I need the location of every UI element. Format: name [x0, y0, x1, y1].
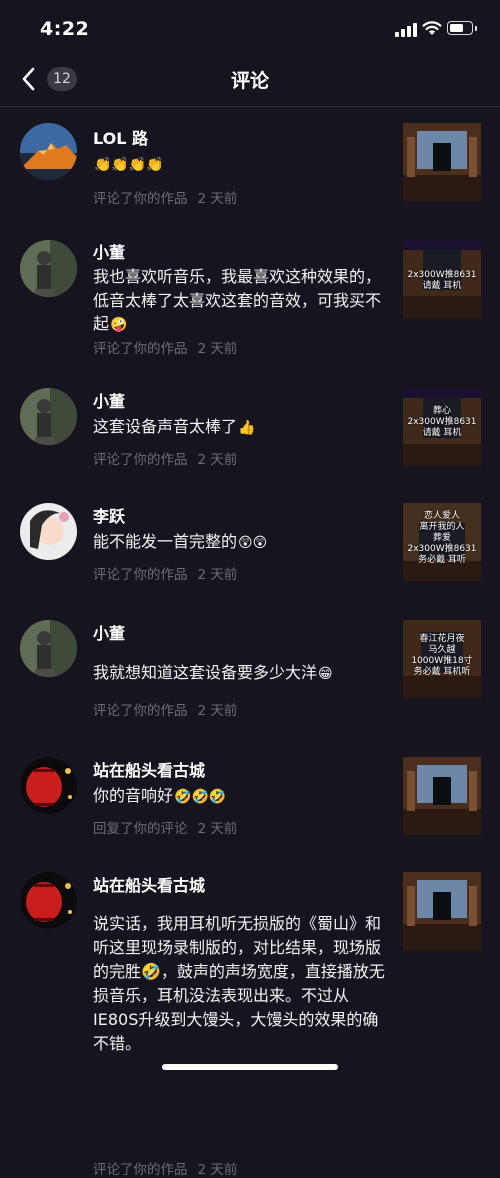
thumbnail-caption: 恋人爱人 离开我的人 葬爱 2x300W推8631 务必戴 耳听 [407, 511, 477, 565]
comment-item[interactable]: 李跃 能不能发一首完整的😲😲 评论了你的作品 2 天前 恋人爱人 离开我的人 葬爱… [0, 490, 500, 595]
comment-body: 能不能发一首完整的 [93, 532, 238, 551]
comment-action: 评论了你的作品 [93, 452, 188, 468]
nav-bar: 12 评论 [0, 52, 500, 107]
video-thumbnail[interactable]: 春江花月夜 马久越 1000W推18寸 务必戴 耳机听 [403, 620, 481, 698]
comment-text: 你的音响好🤣🤣🤣 [93, 784, 393, 808]
comment-text: 说实话，我用耳机听无损版的《蜀山》和听这里现场录制版的，对比结果，现场版的完胜🤣… [93, 912, 393, 1056]
comment-text: 👏👏👏👏 [93, 152, 393, 176]
thumbnail-caption: 2x300W推8631 请戴 耳机 [407, 270, 477, 291]
comment-body: 我也喜欢听音乐，我最喜欢这种效果的，低音太棒了太喜欢这套的音效，可我买不起 [93, 267, 382, 333]
comment-text: 我也喜欢听音乐，我最喜欢这种效果的，低音太棒了太喜欢这套的音效，可我买不起🤪 [93, 265, 393, 336]
comment-text: 能不能发一首完整的😲😲 [93, 530, 393, 554]
thumbnail-caption: 春江花月夜 马久越 1000W推18寸 务必戴 耳机听 [411, 634, 473, 677]
username[interactable]: 站在船头看古城 [93, 757, 205, 781]
comment-item[interactable]: 小董 我就想知道这套设备要多少大洋😁 评论了你的作品 2 天前 春江花月夜 马久越… [0, 607, 500, 732]
comment-meta: 评论了你的作品 2 天前 [93, 187, 237, 207]
comment-body: 你的音响好 [93, 786, 174, 805]
home-indicator [162, 1064, 338, 1070]
comment-time: 2 天前 [197, 567, 238, 583]
clapping-hands-emoji: 👏👏👏👏 [94, 157, 164, 173]
rolling-laughing-emoji: 🤣🤣🤣 [174, 789, 227, 805]
video-thumbnail[interactable]: 2x300W推8631 请戴 耳机 [403, 240, 481, 318]
thumbs-up-emoji: 👍 [238, 420, 256, 436]
video-thumbnail[interactable] [403, 757, 481, 835]
comment-item[interactable]: 小董 我也喜欢听音乐，我最喜欢这种效果的，低音太棒了太喜欢这套的音效，可我买不起… [0, 225, 500, 365]
battery-icon [447, 21, 473, 35]
comment-text: 我就想知道这套设备要多少大洋😁 [93, 661, 393, 685]
comment-action: 回复了你的评论 [93, 821, 188, 837]
comment-item[interactable]: LOL 路 👏👏👏👏 评论了你的作品 2 天前 [0, 107, 500, 217]
comment-action: 评论了你的作品 [93, 191, 188, 207]
avatar[interactable] [20, 757, 77, 814]
comment-meta: 评论了你的作品 2 天前 [93, 337, 237, 357]
video-thumbnail[interactable]: 葬心 2x300W推8631 请戴 耳机 [403, 388, 481, 466]
status-time: 4:22 [40, 18, 90, 40]
zany-face-emoji: 🤪 [110, 317, 128, 333]
comment-action: 评论了你的作品 [93, 567, 188, 583]
battery-tip [475, 26, 477, 31]
video-thumbnail[interactable] [403, 123, 481, 201]
comment-meta: 评论了你的作品 2 天前 [93, 1158, 237, 1178]
video-thumbnail[interactable] [403, 872, 481, 950]
comment-meta: 回复了你的评论 2 天前 [93, 817, 237, 837]
astonished-face-emoji: 😲😲 [238, 535, 268, 551]
comment-body: 这套设备声音太棒了 [93, 417, 238, 436]
comment-action: 评论了你的作品 [93, 703, 188, 719]
avatar[interactable] [20, 123, 77, 180]
comment-item[interactable]: 小董 这套设备声音太棒了👍 评论了你的作品 2 天前 葬心 2x300W推8631… [0, 375, 500, 480]
page-title: 评论 [230, 70, 269, 92]
video-thumbnail[interactable]: 恋人爱人 离开我的人 葬爱 2x300W推8631 务必戴 耳听 [403, 503, 481, 581]
comment-action: 评论了你的作品 [93, 341, 188, 357]
avatar[interactable] [20, 240, 77, 297]
thumbnail-caption: 葬心 2x300W推8631 请戴 耳机 [407, 406, 477, 438]
comment-time: 2 天前 [197, 821, 238, 837]
avatar[interactable] [20, 620, 77, 677]
comment-time: 2 天前 [197, 191, 238, 207]
avatar[interactable] [20, 872, 77, 929]
comment-body: 我就想知道这套设备要多少大洋 [93, 663, 318, 682]
username[interactable]: 小董 [93, 239, 125, 263]
comment-meta: 评论了你的作品 2 天前 [93, 448, 237, 468]
username[interactable]: 小董 [93, 620, 125, 644]
comment-meta: 评论了你的作品 2 天前 [93, 699, 237, 719]
wifi-icon [422, 21, 442, 35]
avatar[interactable] [20, 503, 77, 560]
comment-action: 评论了你的作品 [93, 1162, 188, 1178]
username[interactable]: 李跃 [93, 503, 125, 527]
comment-time: 2 天前 [197, 1162, 238, 1178]
comment-item[interactable]: 站在船头看古城 说实话，我用耳机听无损版的《蜀山》和听这里现场录制版的，对比结果… [0, 859, 500, 1178]
cellular-signal-icon [395, 23, 417, 37]
comment-time: 2 天前 [197, 341, 238, 357]
avatar[interactable] [20, 388, 77, 445]
username[interactable]: 站在船头看古城 [93, 872, 205, 896]
status-bar: 4:22 [0, 0, 500, 52]
comment-text: 这套设备声音太棒了👍 [93, 415, 393, 439]
comment-item[interactable]: 站在船头看古城 你的音响好🤣🤣🤣 回复了你的评论 2 天前 [0, 744, 500, 849]
username[interactable]: LOL 路 [93, 125, 148, 149]
comment-body: 说实话，我用耳机听无损版的《蜀山》和听这里现场录制版的，对比结果，现场版的完胜🤣… [93, 914, 385, 1053]
comment-time: 2 天前 [197, 703, 238, 719]
comment-meta: 评论了你的作品 2 天前 [93, 563, 237, 583]
grinning-face-emoji: 😁 [318, 666, 333, 682]
comment-time: 2 天前 [197, 452, 238, 468]
username[interactable]: 小董 [93, 388, 125, 412]
